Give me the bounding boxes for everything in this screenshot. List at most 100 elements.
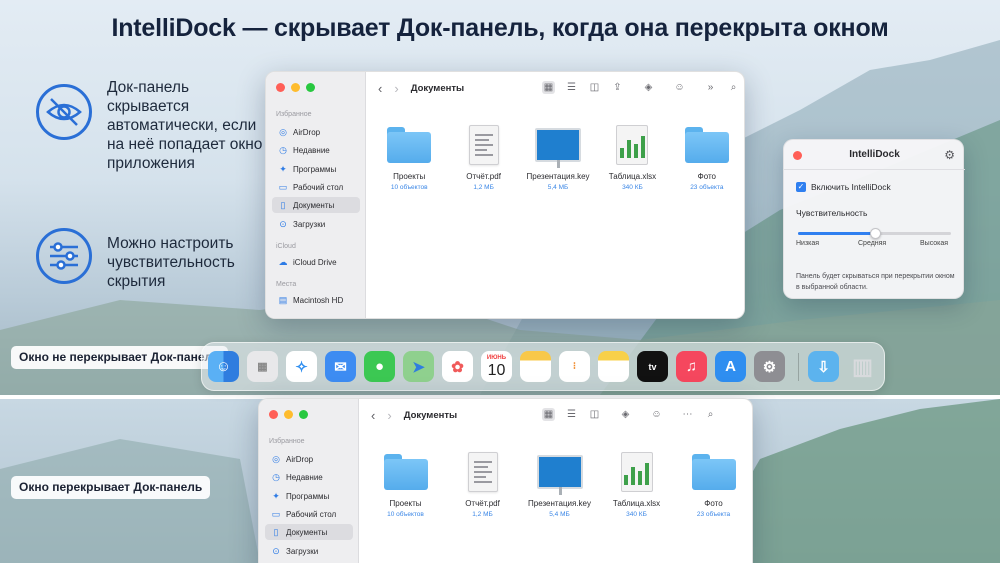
column-view-button[interactable]: ◫ — [588, 81, 601, 94]
sidebar-item-applications[interactable]: ✦ Программы — [272, 161, 360, 177]
keynote-icon — [536, 455, 583, 495]
file-name: Фото — [697, 172, 717, 181]
sidebar-item-downloads[interactable]: ⊙ Загрузки — [265, 543, 353, 559]
music-icon[interactable]: ♫ — [676, 351, 707, 382]
column-view-button[interactable]: ◫ — [588, 408, 601, 421]
more-actions-button[interactable]: ☺ — [650, 408, 663, 421]
sidebar-item-recents[interactable]: ◷ Недавние — [272, 142, 360, 158]
file-item[interactable]: Презентация.key 5,4 МБ — [521, 449, 598, 518]
slider-knob[interactable] — [869, 228, 881, 239]
airdrop-icon: ◎ — [272, 454, 280, 464]
close-button[interactable] — [269, 410, 278, 419]
system-settings-icon[interactable]: ⚙ — [754, 351, 785, 382]
search-icon[interactable]: ⌕ — [704, 408, 717, 421]
launchpad-icon[interactable]: ▦ — [247, 351, 278, 382]
mail-icon[interactable]: ✉ — [325, 351, 356, 382]
file-item[interactable]: Презентация.key 5,4 МБ — [521, 122, 595, 191]
file-item[interactable]: Отчёт.pdf 1,2 МБ — [446, 122, 520, 191]
toolbar-tools: ▦ ☰ ◫ ◈ ☺ ⋯ ⌕ — [542, 408, 717, 421]
feature-auto-hide-text: Док-панель скрывается автоматически, есл… — [107, 79, 263, 172]
file-meta: 1,2 МБ — [472, 511, 493, 518]
forward-button[interactable]: › — [387, 408, 391, 423]
downloads-folder-icon[interactable]: ⇩ — [808, 351, 839, 382]
file-item[interactable]: Таблица.xlsx 340 КБ — [598, 449, 675, 518]
file-item[interactable]: Проекты 10 объектов — [367, 449, 444, 518]
icon-view-button[interactable]: ▦ — [542, 81, 555, 94]
share-button[interactable]: ⇪ — [611, 81, 624, 94]
finder-window-top[interactable]: Избранное ◎ AirDrop ◷ Недавние ✦ Программы … — [265, 71, 745, 319]
sidebar-item-label: Недавние — [293, 145, 330, 155]
minimize-button[interactable] — [284, 410, 293, 419]
sidebar-item-recents[interactable]: ◷ Недавние — [265, 469, 353, 485]
back-button[interactable]: ‹ — [371, 408, 375, 423]
safari-icon[interactable]: ✧ — [286, 351, 317, 382]
pdf-icon — [468, 125, 499, 165]
sensitivity-mid-label: Средняя — [858, 240, 887, 247]
document-icon: ▯ — [280, 200, 286, 210]
tags-button[interactable]: ◈ — [642, 81, 655, 94]
download-icon: ⊙ — [279, 219, 287, 229]
sensitivity-label: Чувствительность — [796, 208, 868, 218]
photos-icon[interactable]: ✿ — [442, 351, 473, 382]
file-item[interactable]: Фото 23 объекта — [670, 122, 744, 191]
file-item[interactable]: Таблица.xlsx 340 КБ — [595, 122, 669, 191]
list-view-button[interactable]: ☰ — [565, 408, 578, 421]
tags-button[interactable]: ◈ — [619, 408, 632, 421]
file-meta: 1,2 МБ — [473, 184, 494, 191]
sidebar-item-documents[interactable]: ▯ Документы — [272, 197, 360, 213]
sensitivity-slider[interactable] — [798, 228, 951, 239]
file-name: Презентация.key — [528, 499, 591, 508]
document-icon: ▯ — [273, 527, 279, 537]
more-actions-button[interactable]: ☺ — [673, 81, 686, 94]
sidebar-item-macintosh-hd[interactable]: ▤ Macintosh HD — [272, 292, 360, 308]
minimize-button[interactable] — [291, 83, 300, 92]
sensitivity-high-label: Высокая — [920, 240, 949, 247]
appstore-icon[interactable]: A — [715, 351, 746, 382]
file-item[interactable]: Проекты 10 объектов — [372, 122, 446, 191]
maps-icon[interactable]: ➤ — [403, 351, 434, 382]
sidebar-item-icloud-drive[interactable]: ☁ iCloud Drive — [272, 254, 360, 270]
more-button[interactable]: » — [704, 81, 717, 94]
file-item[interactable]: Фото 23 объекта — [675, 449, 752, 518]
sidebar-item-label: Рабочий стол — [286, 509, 337, 519]
sidebar-item-desktop[interactable]: ▭ Рабочий стол — [265, 506, 353, 522]
back-button[interactable]: ‹ — [378, 81, 382, 96]
sidebar-item-documents[interactable]: ▯ Документы — [265, 524, 353, 540]
appletv-icon[interactable]: tv — [637, 351, 668, 382]
reminders-icon[interactable]: ⁝ — [559, 351, 590, 382]
sidebar-item-airdrop[interactable]: ◎ AirDrop — [272, 124, 360, 140]
sidebar-item-label: Программы — [286, 491, 330, 501]
list-view-button[interactable]: ☰ — [565, 81, 578, 94]
file-name: Проекты — [393, 172, 426, 181]
trash-icon[interactable]: ▥ — [847, 351, 878, 382]
calendar-icon[interactable]: ИЮНЬ 10 — [481, 351, 512, 382]
file-grid: Проекты 10 объектов Отчёт.pdf 1,2 МБ Пре… — [372, 122, 744, 191]
forward-button[interactable]: › — [394, 81, 398, 96]
close-button[interactable] — [276, 83, 285, 92]
more-button[interactable]: ⋯ — [681, 408, 694, 421]
sidebar-item-downloads[interactable]: ⊙ Загрузки — [272, 216, 360, 232]
finder-window-bottom[interactable]: Избранное ◎ AirDrop ◷ Недавние ✦ Программы … — [258, 398, 753, 563]
enable-checkbox[interactable]: ✓ — [796, 182, 806, 192]
zoom-button[interactable] — [299, 410, 308, 419]
file-meta: 340 КБ — [626, 511, 647, 518]
zoom-button[interactable] — [306, 83, 315, 92]
sidebar-item-applications[interactable]: ✦ Программы — [265, 488, 353, 504]
gear-icon[interactable]: ⚙ — [944, 148, 955, 162]
sidebar-item-airdrop[interactable]: ◎ AirDrop — [265, 451, 353, 467]
file-item[interactable]: Отчёт.pdf 1,2 МБ — [444, 449, 521, 518]
messages-icon[interactable]: ● — [364, 351, 395, 382]
file-grid: Проекты 10 объектов Отчёт.pdf 1,2 МБ Пре… — [367, 449, 752, 518]
intellidock-settings-panel[interactable]: IntelliDock ⚙ ✓ Включить IntelliDock Чув… — [783, 139, 965, 299]
sidebar-item-label: AirDrop — [286, 454, 314, 464]
dock-separator — [798, 353, 799, 381]
search-icon[interactable]: ⌕ — [727, 81, 740, 94]
icon-view-button[interactable]: ▦ — [542, 408, 555, 421]
sidebar-item-label: iCloud Drive — [293, 257, 337, 267]
sidebar-item-desktop[interactable]: ▭ Рабочий стол — [272, 179, 360, 195]
notes-yellow-icon[interactable] — [598, 351, 629, 382]
notes-icon[interactable] — [520, 351, 551, 382]
page-title: IntelliDock — скрывает Док-панель, когда… — [111, 14, 889, 42]
file-name: Отчёт.pdf — [466, 172, 501, 181]
finder-icon[interactable]: ☺ — [208, 351, 239, 382]
